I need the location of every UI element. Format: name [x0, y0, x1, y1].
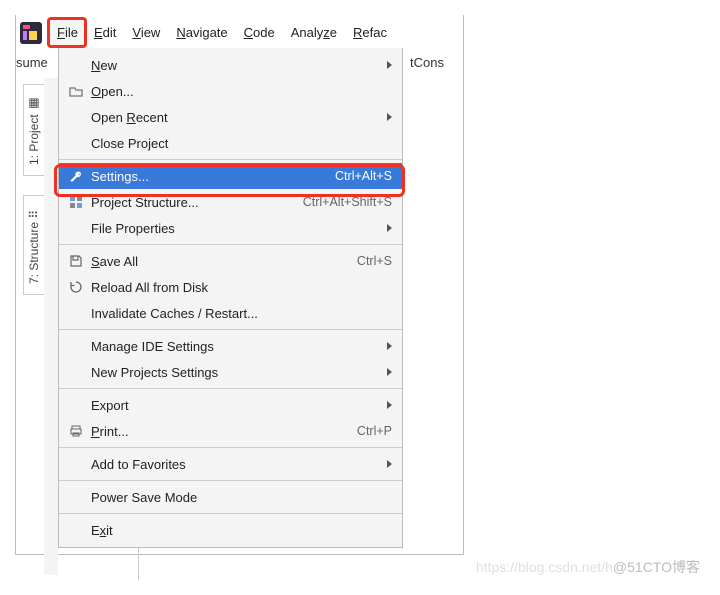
- ide-app-icon: [20, 22, 42, 44]
- menu-edit[interactable]: Edit: [86, 21, 124, 44]
- menu-file[interactable]: File: [49, 21, 86, 44]
- menu-analyze[interactable]: Analyze: [283, 21, 345, 44]
- toolwindow-tab-structure[interactable]: 7: Structure ⠿: [23, 195, 44, 295]
- reload-icon: [65, 280, 87, 294]
- menuitem-save-all[interactable]: Save All Ctrl+S: [59, 248, 402, 274]
- submenu-arrow-icon: [387, 401, 392, 409]
- submenu-arrow-icon: [387, 113, 392, 121]
- menuitem-settings[interactable]: Settings... Ctrl+Alt+S: [59, 163, 402, 189]
- menuitem-export[interactable]: Export: [59, 392, 402, 418]
- menu-refactor[interactable]: Refac: [345, 21, 395, 44]
- print-icon: [65, 424, 87, 438]
- menuitem-open[interactable]: Open...: [59, 78, 402, 104]
- submenu-arrow-icon: [387, 224, 392, 232]
- menuitem-invalidate[interactable]: Invalidate Caches / Restart...: [59, 300, 402, 326]
- submenu-arrow-icon: [387, 368, 392, 376]
- submenu-arrow-icon: [387, 61, 392, 69]
- menu-separator: [59, 388, 402, 389]
- breadcrumb-right-fragment: tCons: [410, 55, 444, 70]
- menuitem-new[interactable]: New: [59, 52, 402, 78]
- menuitem-new-projects-settings[interactable]: New Projects Settings: [59, 359, 402, 385]
- menu-separator: [59, 329, 402, 330]
- tool-window-sidebar: [44, 78, 58, 575]
- project-structure-icon: [65, 195, 87, 209]
- save-icon: [65, 254, 87, 268]
- menuitem-add-favorites[interactable]: Add to Favorites: [59, 451, 402, 477]
- menuitem-power-save[interactable]: Power Save Mode: [59, 484, 402, 510]
- menuitem-file-properties[interactable]: File Properties: [59, 215, 402, 241]
- menu-separator: [59, 480, 402, 481]
- menu-separator: [59, 159, 402, 160]
- menuitem-print[interactable]: Print... Ctrl+P: [59, 418, 402, 444]
- file-menu-dropdown: New Open... Open Recent Close Project Se…: [58, 48, 403, 548]
- submenu-arrow-icon: [387, 460, 392, 468]
- menuitem-project-structure[interactable]: Project Structure... Ctrl+Alt+Shift+S: [59, 189, 402, 215]
- folder-open-icon: [65, 84, 87, 98]
- wrench-icon: [65, 169, 87, 183]
- menu-code[interactable]: Code: [236, 21, 283, 44]
- watermark: https://blog.csdn.net/h@51CTO博客: [476, 557, 700, 577]
- menuitem-reload[interactable]: Reload All from Disk: [59, 274, 402, 300]
- menu-separator: [59, 244, 402, 245]
- menuitem-open-recent[interactable]: Open Recent: [59, 104, 402, 130]
- menu-separator: [59, 447, 402, 448]
- breadcrumb-left-fragment: sume: [16, 55, 48, 70]
- menuitem-exit[interactable]: Exit: [59, 517, 402, 543]
- submenu-arrow-icon: [387, 342, 392, 350]
- menu-view[interactable]: View: [124, 21, 168, 44]
- menuitem-manage-ide[interactable]: Manage IDE Settings: [59, 333, 402, 359]
- menu-separator: [59, 513, 402, 514]
- toolwindow-tab-project[interactable]: 1: Project ▦: [23, 84, 44, 176]
- menubar: File Edit View Navigate Code Analyze Ref…: [20, 19, 395, 46]
- menuitem-close-project[interactable]: Close Project: [59, 130, 402, 156]
- menu-navigate[interactable]: Navigate: [168, 21, 235, 44]
